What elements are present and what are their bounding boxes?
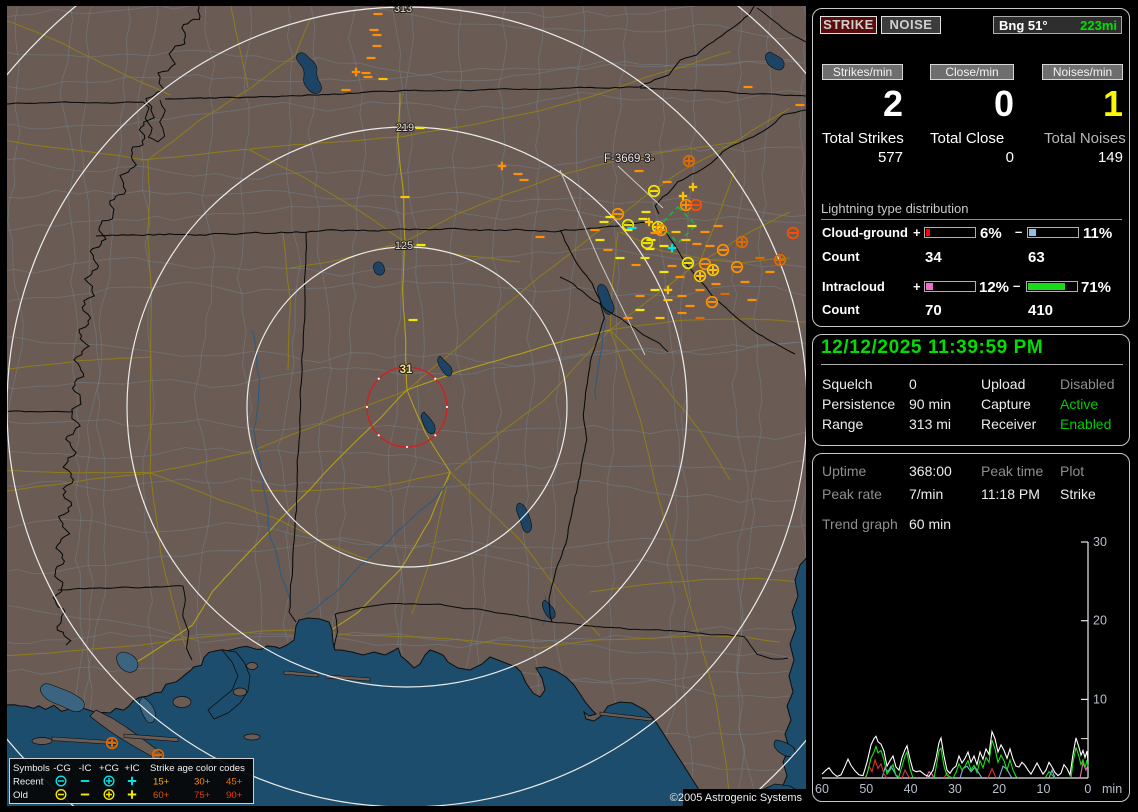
svg-text:+CG: +CG bbox=[99, 763, 119, 774]
svg-text:20: 20 bbox=[992, 782, 1006, 796]
svg-text:40: 40 bbox=[904, 782, 918, 796]
svg-text:10: 10 bbox=[1037, 782, 1051, 796]
svg-text:15+: 15+ bbox=[153, 777, 170, 788]
svg-text:50: 50 bbox=[859, 782, 873, 796]
svg-text:Symbols: Symbols bbox=[13, 763, 50, 774]
svg-text:©2005 Astrogenic Systems: ©2005 Astrogenic Systems bbox=[670, 792, 803, 804]
svg-text:Strike age color codes: Strike age color codes bbox=[150, 763, 245, 774]
svg-text:90+: 90+ bbox=[226, 790, 243, 801]
svg-text:30: 30 bbox=[948, 782, 962, 796]
svg-text:219: 219 bbox=[396, 122, 414, 134]
svg-text:F-3669-3-: F-3669-3- bbox=[604, 153, 655, 165]
svg-text:min: min bbox=[1102, 782, 1122, 796]
svg-text:45+: 45+ bbox=[226, 777, 243, 788]
svg-text:20: 20 bbox=[1093, 614, 1107, 628]
svg-text:60: 60 bbox=[815, 782, 829, 796]
svg-text:0: 0 bbox=[1084, 782, 1091, 796]
svg-text:-CG: -CG bbox=[53, 763, 71, 774]
svg-text:30+: 30+ bbox=[194, 777, 211, 788]
svg-text:Old: Old bbox=[13, 790, 28, 801]
svg-text:31: 31 bbox=[400, 364, 413, 376]
svg-text:30: 30 bbox=[1093, 535, 1107, 549]
svg-text:Recent: Recent bbox=[13, 777, 44, 788]
svg-text:10: 10 bbox=[1093, 692, 1107, 706]
svg-text:-IC: -IC bbox=[79, 763, 92, 774]
svg-text:125: 125 bbox=[395, 240, 413, 252]
svg-text:75+: 75+ bbox=[194, 790, 211, 801]
svg-text:+IC: +IC bbox=[124, 763, 139, 774]
svg-text:60+: 60+ bbox=[153, 790, 170, 801]
